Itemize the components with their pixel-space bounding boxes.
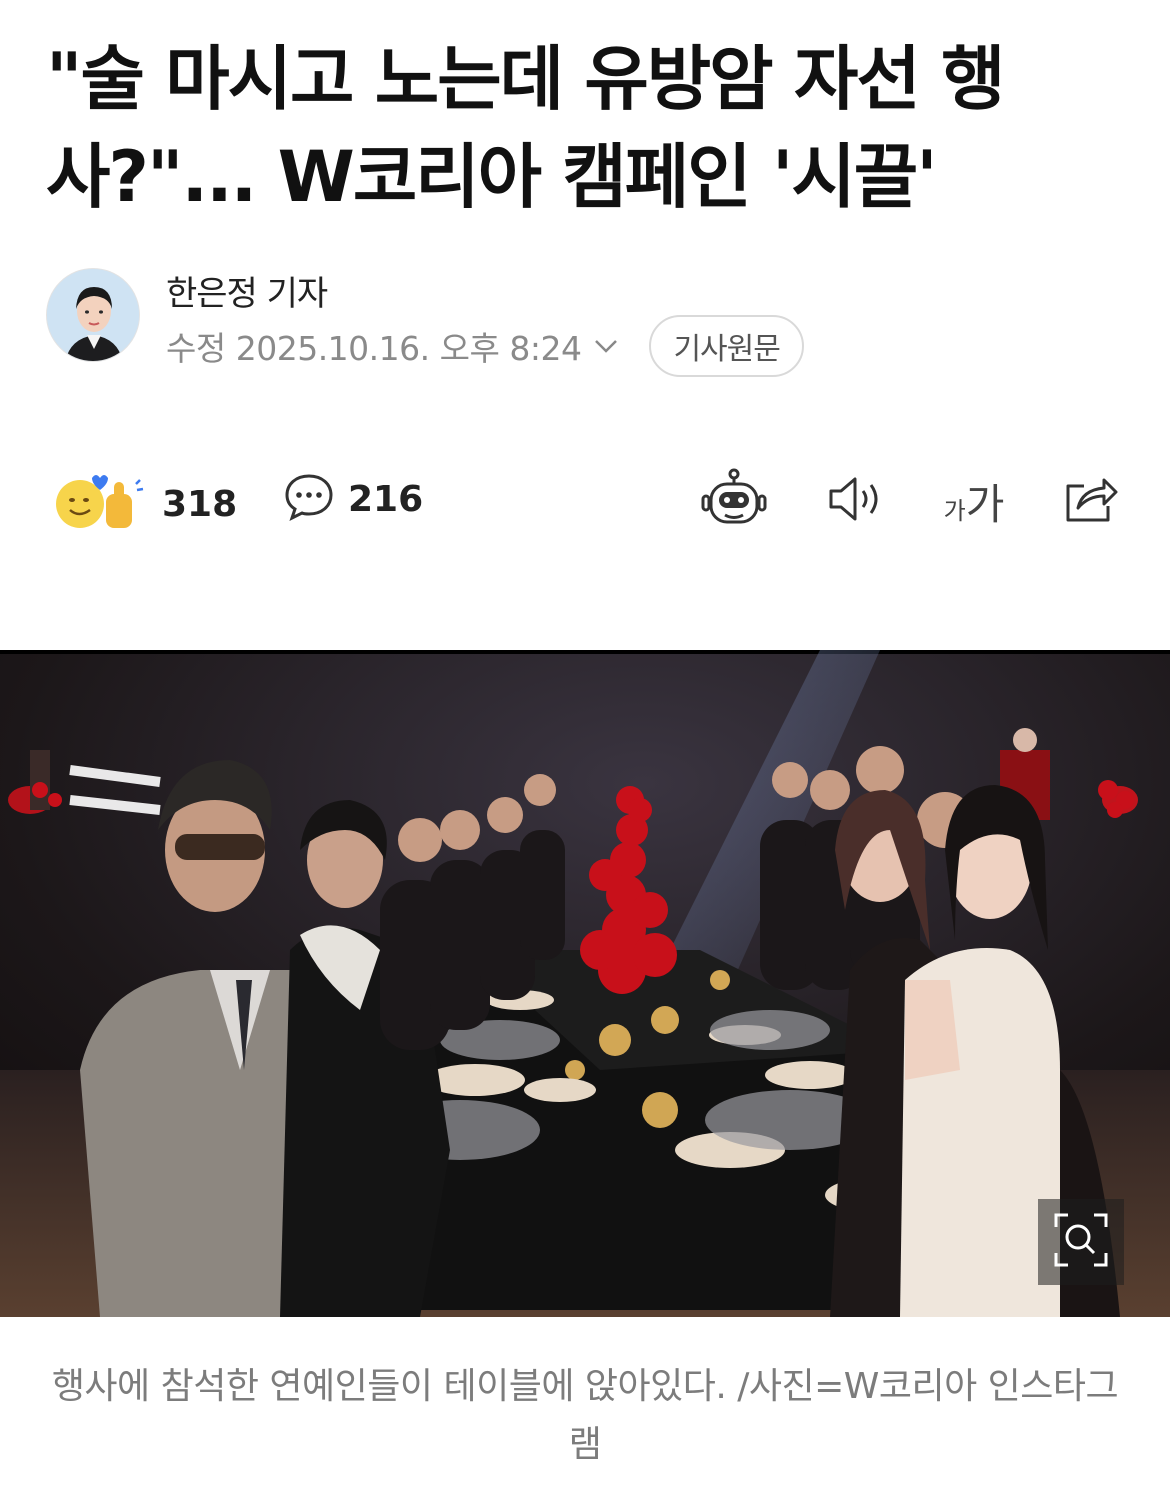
font-size-icon: 가가 [944,471,1005,532]
comment-count: 216 [348,478,424,520]
photo-caption: 행사에 참석한 연예인들이 테이블에 앉아있다. /사진=W코리아 인스타그램 [51,1366,1119,1465]
comment-icon [284,472,334,526]
reaction-count: 318 [162,483,238,525]
share-button[interactable] [1050,462,1130,540]
ai-summary-button[interactable] [694,462,774,540]
action-bar: 318 216 가가 [46,462,1126,540]
reporter-name[interactable]: 한은정 기자 [166,266,328,315]
comment-button[interactable]: 216 [284,472,423,526]
original-article-button[interactable]: 기사원문 [649,315,804,377]
article-headline: "술 마시고 노는데 유방암 자선 행사?"... W코리아 캠페인 '시끌' [46,38,1006,218]
reporter-avatar[interactable] [46,268,140,362]
reaction-button[interactable]: 318 [52,472,237,536]
event-photo-image [0,650,1170,1317]
ai-bot-icon [701,468,767,534]
meta-row: 수정 2025.10.16. 오후 8:24 기사원문 [166,315,804,377]
font-size-button[interactable]: 가가 [934,462,1014,540]
read-aloud-button[interactable] [816,462,896,540]
speaker-icon [827,475,885,527]
timestamp: 수정 2025.10.16. 오후 8:24 [166,329,582,368]
zoom-icon [1052,1211,1110,1273]
share-icon [1062,474,1118,528]
photo-zoom-button[interactable] [1038,1199,1124,1285]
font-small-label: 가 [943,496,966,525]
reaction-emoji-icon [52,472,144,536]
font-big-label: 가 [965,479,1005,529]
article-photo[interactable] [0,650,1170,1317]
chevron-down-icon[interactable] [591,331,621,361]
